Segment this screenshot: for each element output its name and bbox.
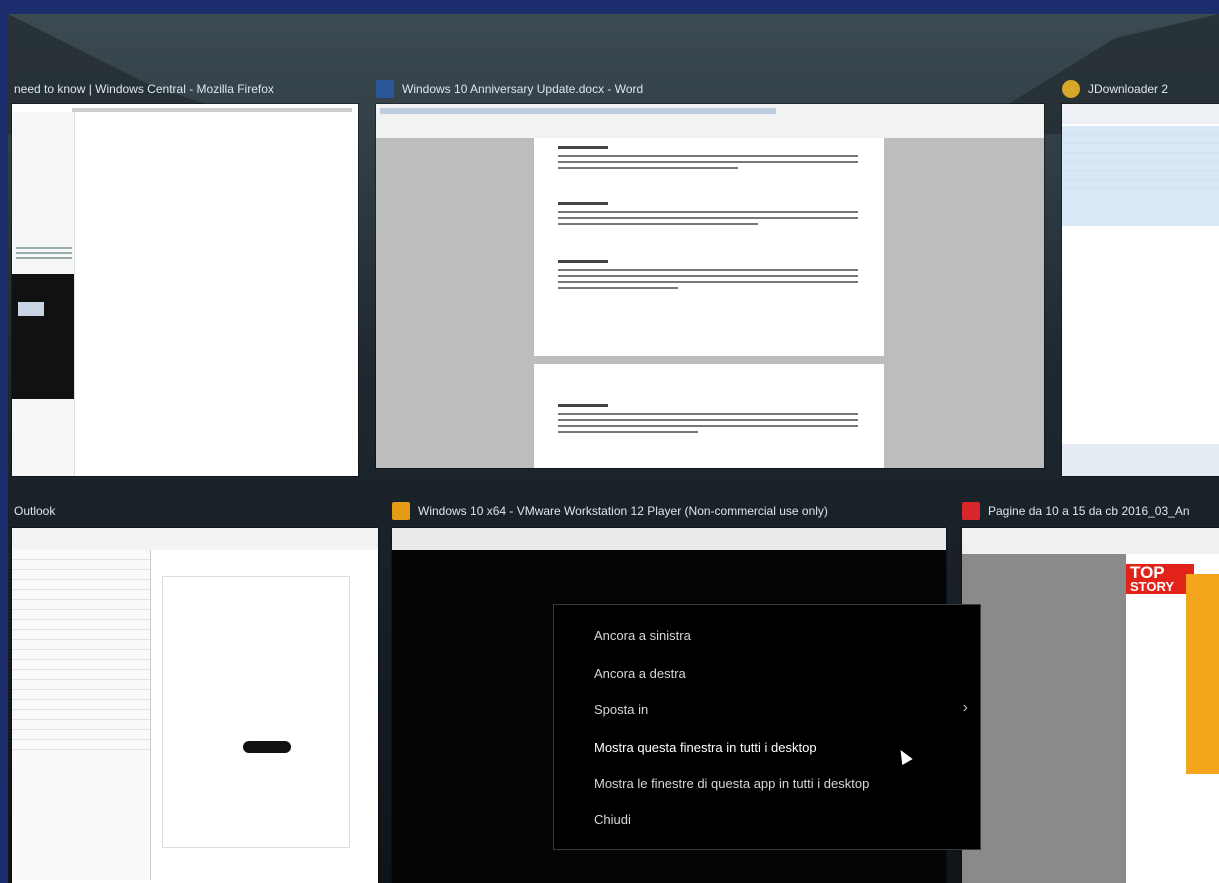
pdf-cover-image bbox=[1186, 574, 1219, 774]
word-page-1 bbox=[534, 138, 884, 356]
window-title-jdownloader: JDownloader 2 bbox=[1062, 78, 1212, 100]
word-paragraph bbox=[558, 404, 858, 437]
word-page-2 bbox=[534, 364, 884, 468]
window-context-menu: Ancora a sinistra Ancora a destra Sposta… bbox=[553, 604, 981, 850]
window-title-word: Windows 10 Anniversary Update.docx - Wor… bbox=[376, 78, 796, 100]
outlook-message-list bbox=[12, 550, 151, 880]
firefox-text-lines bbox=[16, 244, 72, 262]
pdf-icon bbox=[962, 502, 980, 520]
pdf-toolbar bbox=[962, 528, 1219, 554]
word-ribbon bbox=[376, 104, 1044, 139]
outlook-reading-pane bbox=[162, 576, 350, 848]
thumbnail-outlook[interactable] bbox=[12, 528, 378, 883]
menu-item-close[interactable]: Chiudi bbox=[554, 801, 980, 837]
word-paragraph bbox=[558, 202, 858, 229]
thumbnail-firefox[interactable] bbox=[12, 104, 358, 476]
window-title-firefox: need to know | Windows Central - Mozilla… bbox=[14, 82, 274, 96]
word-paragraph bbox=[558, 260, 858, 293]
jdownloader-list bbox=[1062, 126, 1219, 226]
menu-item-snap-right[interactable]: Ancora a destra bbox=[554, 655, 980, 691]
firefox-page-button bbox=[18, 302, 44, 316]
word-document-canvas bbox=[376, 138, 1044, 468]
menu-item-show-app-windows-all-desktops[interactable]: Mostra le finestre di questa app in tutt… bbox=[554, 765, 980, 801]
jdownloader-statusbar bbox=[1062, 444, 1219, 476]
outlook-message-button bbox=[243, 741, 291, 753]
top-story-badge: TOP STORY bbox=[1126, 564, 1194, 594]
menu-item-show-window-all-desktops[interactable]: Mostra questa finestra in tutti i deskto… bbox=[554, 729, 980, 765]
jdownloader-toolbar bbox=[1062, 104, 1219, 124]
task-view-frame: need to know | Windows Central - Mozilla… bbox=[0, 0, 1219, 883]
outlook-ribbon bbox=[12, 528, 378, 550]
chevron-right-icon: › bbox=[962, 699, 968, 716]
window-title-vmware: Windows 10 x64 - VMware Workstation 12 P… bbox=[392, 500, 912, 522]
window-title-outlook: Outlook bbox=[14, 504, 56, 518]
thumbnail-word[interactable] bbox=[376, 104, 1044, 468]
menu-item-snap-left[interactable]: Ancora a sinistra bbox=[554, 617, 980, 653]
jdownloader-icon bbox=[1062, 80, 1080, 98]
firefox-toolbar bbox=[72, 108, 352, 112]
firefox-dark-panel bbox=[12, 274, 74, 399]
vmware-icon bbox=[392, 502, 410, 520]
pdf-page: TOP STORY bbox=[1126, 554, 1219, 883]
thumbnail-pdf[interactable]: TOP STORY bbox=[962, 528, 1219, 883]
word-paragraph bbox=[558, 146, 858, 173]
window-title-pdf: Pagine da 10 a 15 da cb 2016_03_An bbox=[962, 500, 1219, 522]
thumbnail-jdownloader[interactable] bbox=[1062, 104, 1219, 476]
vmware-toolbar bbox=[392, 528, 946, 550]
menu-item-move-to[interactable]: Sposta in › bbox=[554, 691, 980, 727]
word-icon bbox=[376, 80, 394, 98]
